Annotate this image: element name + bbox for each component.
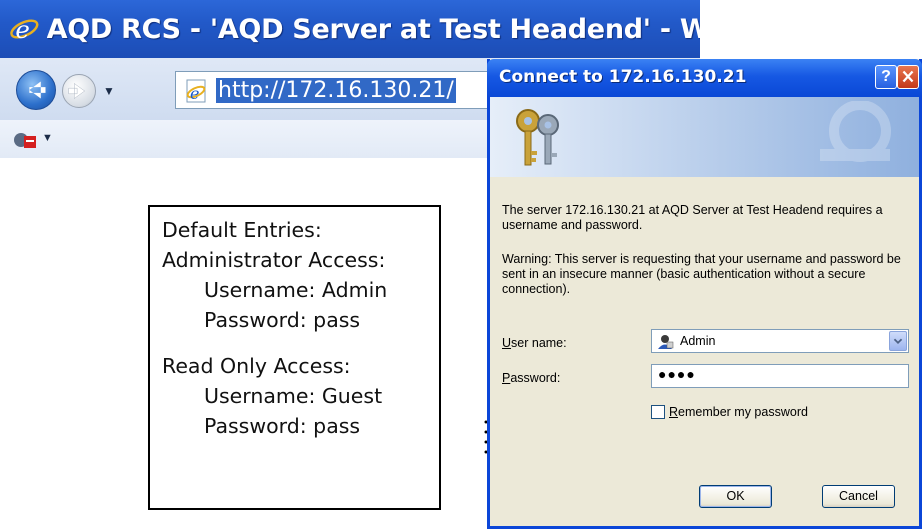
- back-arrow-icon: [29, 81, 46, 99]
- browser-titlebar: e AQD RCS - 'AQD Server at Test Headend'…: [0, 0, 700, 58]
- back-button[interactable]: [16, 70, 56, 110]
- password-value: ●●●●: [658, 366, 696, 382]
- username-combobox[interactable]: Admin: [651, 329, 909, 353]
- keys-icon: [516, 109, 559, 166]
- password-label: Password:: [502, 371, 560, 385]
- readonly-password: Password: pass: [204, 414, 361, 438]
- forward-arrow-icon: [68, 83, 86, 99]
- note-title: Default Entries:: [162, 218, 322, 242]
- address-bar[interactable]: e http://172.16.130.21/: [175, 71, 505, 109]
- server-message: The server 172.16.130.21 at AQD Server a…: [502, 203, 883, 232]
- default-entries-note: Default Entries: Administrator Access: U…: [148, 205, 441, 510]
- remember-label-text: emember my password: [678, 405, 808, 419]
- password-label-text: assword:: [510, 371, 561, 385]
- banner-watermark-icon: [820, 101, 891, 162]
- close-button[interactable]: [897, 65, 919, 89]
- remember-password-label[interactable]: Remember my password: [669, 405, 808, 419]
- help-button[interactable]: ?: [875, 65, 897, 89]
- user-icon: [658, 335, 674, 349]
- username-label: User name:: [502, 336, 567, 350]
- admin-username: Username: Admin: [204, 278, 388, 302]
- svg-text:e: e: [15, 15, 30, 44]
- remember-password-row[interactable]: Remember my password: [651, 403, 808, 421]
- readonly-username: Username: Guest: [204, 384, 383, 408]
- close-icon: [902, 70, 914, 83]
- note-spacer: [162, 335, 439, 351]
- dropdown-button[interactable]: [889, 331, 907, 351]
- dialog-title: Connect to 172.16.130.21: [499, 67, 747, 87]
- rss-dropdown-icon[interactable]: ▼: [42, 132, 53, 144]
- address-text[interactable]: http://172.16.130.21/: [216, 78, 456, 103]
- cancel-button[interactable]: Cancel: [822, 485, 895, 508]
- security-warning: Warning: This server is requesting that …: [502, 252, 901, 296]
- ie-logo-icon: e: [10, 15, 39, 44]
- remember-label-accel: R: [669, 405, 679, 419]
- admin-password: Password: pass: [204, 308, 361, 332]
- remember-password-checkbox[interactable]: [651, 405, 665, 419]
- ok-button[interactable]: OK: [699, 485, 772, 508]
- svg-text:e: e: [190, 84, 199, 103]
- page-icon: e: [186, 79, 206, 103]
- forward-button[interactable]: [62, 74, 96, 108]
- dialog-titlebar[interactable]: Connect to 172.16.130.21 ?: [487, 59, 922, 97]
- password-field[interactable]: ●●●●: [651, 364, 909, 388]
- admin-heading: Administrator Access:: [162, 248, 386, 272]
- connect-dialog: Connect to 172.16.130.21 ? The server 17…: [487, 59, 922, 529]
- rss-feed-icon[interactable]: [12, 130, 38, 150]
- readonly-heading: Read Only Access:: [162, 354, 351, 378]
- chevron-down-icon: [893, 338, 903, 345]
- username-label-accel: U: [502, 336, 512, 350]
- username-value: Admin: [680, 334, 716, 348]
- username-label-text: ser name:: [511, 336, 567, 350]
- window-title: AQD RCS - 'AQD Server at Test Headend' -…: [46, 13, 700, 45]
- dialog-banner: [490, 97, 919, 177]
- history-dropdown-icon[interactable]: ▼: [103, 84, 115, 98]
